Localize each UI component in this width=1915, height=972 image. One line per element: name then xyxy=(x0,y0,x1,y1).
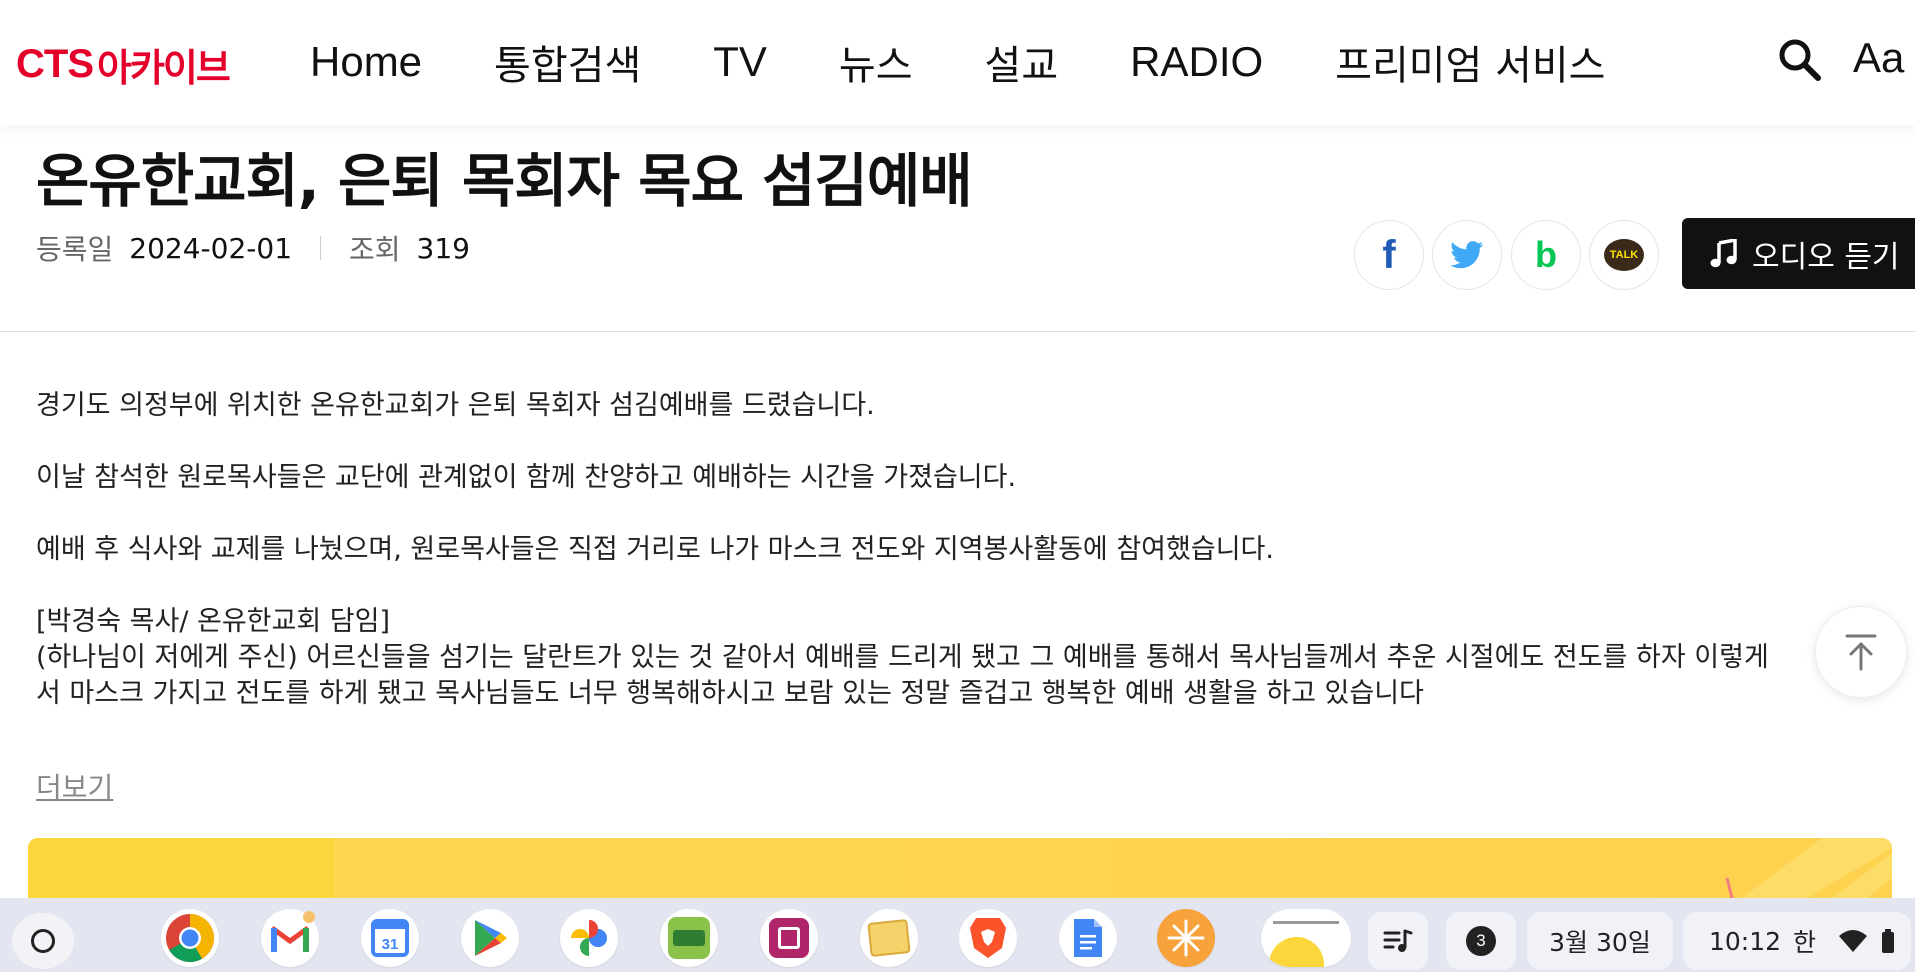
photos-pinwheel-icon xyxy=(571,920,607,956)
preview-thumbnail-image xyxy=(1269,937,1324,967)
play-store-icon xyxy=(475,920,507,956)
article-paragraph: 경기도 의정부에 위치한 온유한교회가 은퇴 목회자 섬김예배를 드렸습니다. xyxy=(36,390,875,421)
launcher-button[interactable] xyxy=(12,913,74,969)
article-paragraph: 이날 참석한 원로목사들은 교단에 관계없이 함께 찬양하고 예배하는 시간을 … xyxy=(36,462,1017,493)
clock-time: 10:12 xyxy=(1709,926,1782,956)
gmail-app[interactable] xyxy=(261,909,319,967)
google-calendar-app[interactable]: 31 xyxy=(361,909,419,967)
nav-tv[interactable]: TV xyxy=(713,38,767,86)
notification-count-badge: 3 xyxy=(1466,926,1496,956)
date-label: 3월 30일 xyxy=(1549,928,1651,957)
kakaotalk-icon: TALK xyxy=(1604,239,1644,271)
brave-lion-icon xyxy=(970,918,1006,958)
site-header: CTS 아카이브 Home 통합검색 TV 뉴스 설교 RADIO 프리미엄 서… xyxy=(0,0,1915,125)
google-photos-app[interactable] xyxy=(560,909,618,967)
views-count: 319 xyxy=(416,231,470,265)
date-tray[interactable]: 3월 30일 xyxy=(1527,912,1673,970)
arrow-up-to-top-icon xyxy=(1845,634,1877,671)
preview-thumbnail-text xyxy=(1273,921,1339,924)
header-divider xyxy=(0,331,1915,332)
font-size-button[interactable]: Aa xyxy=(1853,34,1904,82)
nav-premium-service[interactable]: 프리미엄 서비스 xyxy=(1335,33,1605,91)
wifi-icon xyxy=(1839,930,1868,952)
docs-icon xyxy=(1074,919,1102,957)
status-tray[interactable]: 10:12 한 xyxy=(1683,912,1911,970)
audio-listen-button[interactable]: 오디오 듣기 xyxy=(1682,218,1915,289)
scroll-to-top-button[interactable] xyxy=(1815,606,1907,698)
article-paragraph: 서 마스크 가지고 전도를 하게 됐고 목사님들도 너무 행복해하시고 보람 있… xyxy=(36,678,1424,709)
share-band-button[interactable]: b xyxy=(1511,220,1581,290)
article-paragraph: (하나님이 저에게 주신) 어르신들을 섬기는 달란트가 있는 것 같아서 예배… xyxy=(36,642,1769,673)
notification-center-button[interactable]: 3 xyxy=(1446,912,1516,970)
battery-icon xyxy=(1882,929,1895,953)
promo-banner-left-panel xyxy=(28,838,334,898)
nav-news[interactable]: 뉴스 xyxy=(839,33,913,91)
audio-listen-label: 오디오 듣기 xyxy=(1752,239,1900,275)
gmail-icon xyxy=(270,925,310,952)
registered-date: 2024-02-01 xyxy=(129,231,293,265)
article-body: 경기도 의정부에 위치한 온유한교회가 은퇴 목회자 섬김예배를 드렸습니다. … xyxy=(36,388,1896,712)
banner-decoration xyxy=(1725,838,1892,898)
bible-app[interactable] xyxy=(660,909,718,967)
playlist-music-icon xyxy=(1383,929,1413,952)
orange-app[interactable] xyxy=(1157,909,1215,967)
chrome-app[interactable] xyxy=(161,909,219,967)
book-icon xyxy=(769,918,809,958)
article-meta: 등록일 2024-02-01 조회 319 xyxy=(36,228,470,268)
nav-radio[interactable]: RADIO xyxy=(1130,38,1263,86)
twitter-icon xyxy=(1450,241,1484,269)
kakaotalk-icon-label: TALK xyxy=(1609,249,1639,261)
nav-integrated-search[interactable]: 통합검색 xyxy=(494,33,641,91)
media-controls-button[interactable] xyxy=(1368,912,1428,970)
nav-home[interactable]: Home xyxy=(310,38,422,86)
article-paragraph: [박경숙 목사/ 온유한교회 담임] xyxy=(36,606,390,637)
window-preview-thumbnail[interactable] xyxy=(1261,909,1351,967)
main-nav: Home 통합검색 TV 뉴스 설교 RADIO 프리미엄 서비스 xyxy=(310,30,1677,94)
bible-app-icon xyxy=(668,917,710,959)
facebook-icon: f xyxy=(1382,232,1396,277)
registered-label: 등록일 xyxy=(36,233,114,266)
share-twitter-button[interactable] xyxy=(1432,220,1502,290)
calendar-day: 31 xyxy=(382,936,399,953)
play-store-app[interactable] xyxy=(461,909,519,967)
ime-indicator: 한 xyxy=(1793,928,1817,957)
views-label: 조회 xyxy=(349,233,401,266)
notification-dot xyxy=(303,911,315,923)
search-icon[interactable] xyxy=(1775,35,1823,83)
snowflake-arrows-icon xyxy=(1167,919,1205,957)
meta-divider xyxy=(320,236,322,260)
sticky-note-icon xyxy=(867,919,911,957)
read-more-link[interactable]: 더보기 xyxy=(36,766,113,806)
calendar-icon: 31 xyxy=(371,919,409,957)
music-note-icon xyxy=(1710,238,1737,267)
article-title: 온유한교회, 은퇴 목회자 목요 섬김예배 xyxy=(36,147,973,215)
logo-latin: CTS xyxy=(16,41,94,86)
chrome-icon xyxy=(166,914,214,963)
brave-browser-app[interactable] xyxy=(959,909,1017,967)
share-kakaotalk-button[interactable]: TALK xyxy=(1589,220,1659,290)
share-facebook-button[interactable]: f xyxy=(1354,220,1424,290)
promo-banner[interactable] xyxy=(28,838,1892,898)
google-docs-app[interactable] xyxy=(1059,909,1117,967)
magenta-book-app[interactable] xyxy=(760,909,818,967)
cts-archive-logo[interactable]: CTS 아카이브 xyxy=(16,38,231,90)
nav-sermon[interactable]: 설교 xyxy=(985,33,1059,91)
article-paragraph: 예배 후 식사와 교제를 나눴으며, 원로목사들은 직접 거리로 나가 마스크 … xyxy=(36,534,1274,565)
notes-app[interactable] xyxy=(860,909,918,967)
logo-korean: 아카이브 xyxy=(97,45,231,90)
launcher-circle-icon xyxy=(31,929,55,953)
band-icon: b xyxy=(1535,234,1557,275)
